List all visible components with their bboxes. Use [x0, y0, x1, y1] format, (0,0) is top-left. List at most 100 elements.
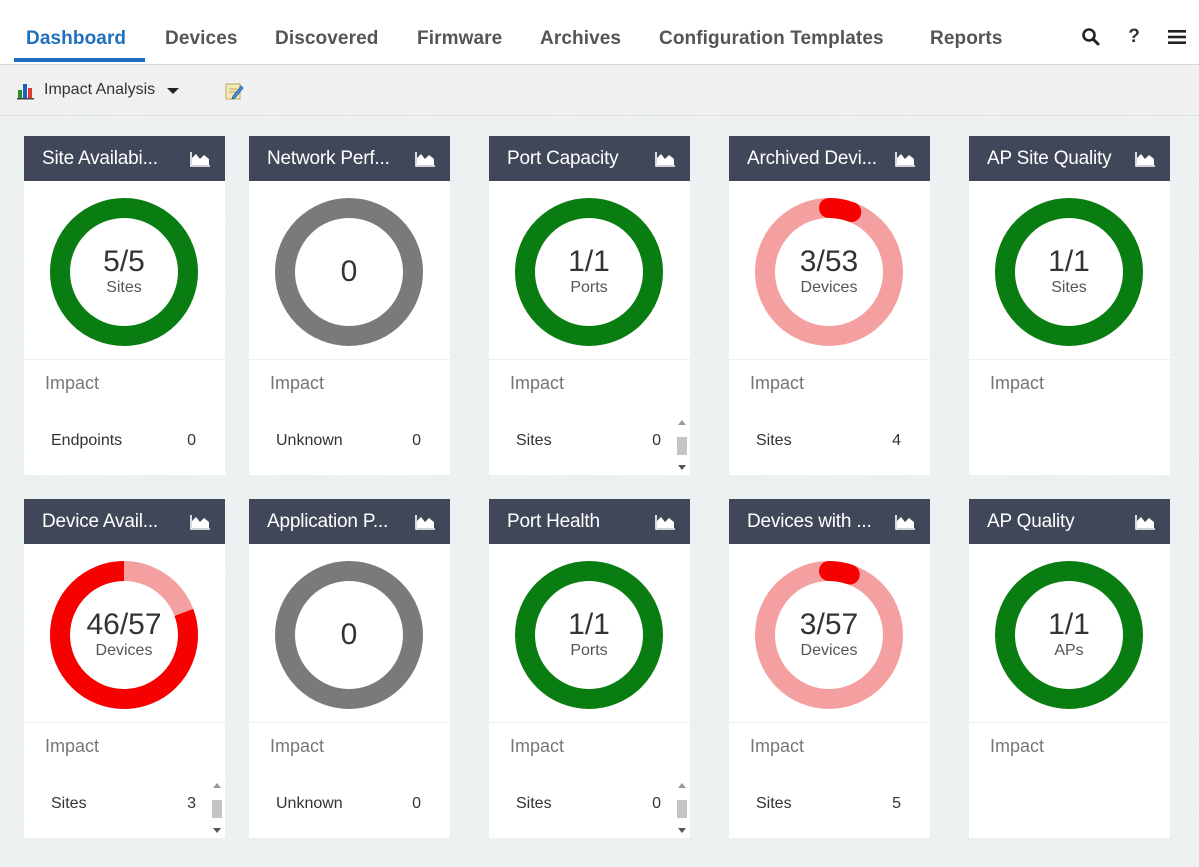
- widget-header: AP Site Quality: [969, 136, 1170, 181]
- donut-value: 46/57: [86, 608, 162, 641]
- tab-archives[interactable]: Archives: [540, 28, 621, 54]
- scrollbar-thumb[interactable]: [212, 800, 222, 818]
- impact-row-label[interactable]: Sites: [516, 795, 552, 813]
- area-chart-icon[interactable]: [189, 151, 211, 167]
- area-chart-icon[interactable]: [894, 514, 916, 530]
- impact-row-label[interactable]: Sites: [756, 795, 792, 813]
- impact-section: Impact Sites 0: [489, 359, 690, 476]
- impact-row-label[interactable]: Endpoints: [51, 432, 122, 450]
- widget-card: Port Capacity 1/1 Ports Impact Sites 0: [489, 136, 690, 475]
- impact-row-value[interactable]: 3: [187, 795, 196, 813]
- impact-row-value[interactable]: 5: [892, 795, 901, 813]
- impact-analysis-dropdown[interactable]: Impact Analysis: [16, 78, 180, 102]
- widget-title: AP Site Quality: [987, 148, 1112, 169]
- donut-area: 5/5 Sites: [24, 181, 225, 359]
- tab-reports[interactable]: Reports: [930, 28, 1003, 54]
- area-chart-icon[interactable]: [1134, 514, 1156, 530]
- impact-section: Impact Sites 5: [729, 722, 930, 839]
- donut-value: 0: [340, 255, 358, 288]
- widget-card: Devices with ... 3/57 Devices Impact Sites 5: [729, 499, 930, 838]
- impact-row-value[interactable]: 0: [412, 432, 421, 450]
- donut-label: 5/5 Sites: [49, 197, 199, 347]
- scroll-down-icon[interactable]: [678, 828, 686, 833]
- donut-label: 1/1 Sites: [994, 197, 1144, 347]
- widget-title: Port Health: [507, 511, 600, 532]
- impact-scrollbar[interactable]: [210, 780, 224, 836]
- widget-header: Network Perf...: [249, 136, 450, 181]
- widget-header: Port Capacity: [489, 136, 690, 181]
- scroll-up-icon[interactable]: [678, 420, 686, 425]
- impact-label: Impact: [990, 373, 1045, 393]
- donut-value: 3/53: [799, 245, 859, 278]
- donut-unit: Devices: [800, 642, 858, 659]
- donut-area: 0: [249, 544, 450, 722]
- donut-value: 5/5: [103, 245, 145, 278]
- donut-area: 1/1 Ports: [489, 181, 690, 359]
- donut-label: 3/53 Devices: [754, 197, 904, 347]
- tab-firmware[interactable]: Firmware: [417, 28, 502, 54]
- widget-card: Device Avail... 46/57 Devices Impact Sites 3: [24, 499, 225, 838]
- impact-row-label[interactable]: Sites: [756, 432, 792, 450]
- widget-header: Archived Devi...: [729, 136, 930, 181]
- impact-scrollbar[interactable]: [675, 780, 689, 836]
- impact-row-label[interactable]: Sites: [516, 432, 552, 450]
- impact-section: Impact Unknown 0: [249, 722, 450, 839]
- impact-row-value[interactable]: 0: [652, 795, 661, 813]
- edit-icon[interactable]: [224, 81, 244, 101]
- donut-label: 3/57 Devices: [754, 560, 904, 710]
- impact-scrollbar[interactable]: [675, 417, 689, 473]
- impact-row-label[interactable]: Unknown: [276, 432, 343, 450]
- impact-row-label[interactable]: Sites: [51, 795, 87, 813]
- scroll-up-icon[interactable]: [213, 783, 221, 788]
- scroll-down-icon[interactable]: [678, 465, 686, 470]
- widget-card: Site Availabi... 5/5 Sites Impact Endpoints 0: [24, 136, 225, 475]
- donut-value: 0: [340, 618, 358, 651]
- scroll-up-icon[interactable]: [678, 783, 686, 788]
- impact-section: Impact: [969, 359, 1170, 476]
- impact-row-value[interactable]: 0: [187, 432, 196, 450]
- tab-devices[interactable]: Devices: [165, 28, 238, 54]
- impact-row-value[interactable]: 0: [652, 432, 661, 450]
- donut-value: 1/1: [1048, 245, 1090, 278]
- impact-section: Impact Unknown 0: [249, 359, 450, 476]
- donut-label: 1/1 Ports: [514, 560, 664, 710]
- impact-row-value[interactable]: 4: [892, 432, 901, 450]
- tab-configuration-templates[interactable]: Configuration Templates: [659, 28, 884, 54]
- area-chart-icon[interactable]: [1134, 151, 1156, 167]
- donut-area: 1/1 Sites: [969, 181, 1170, 359]
- area-chart-icon[interactable]: [894, 151, 916, 167]
- donut-label: 0: [274, 197, 424, 347]
- top-navigation: Dashboard Devices Discovered Firmware Ar…: [0, 0, 1199, 65]
- impact-row-value[interactable]: 0: [412, 795, 421, 813]
- impact-label: Impact: [750, 373, 805, 393]
- donut-unit: Sites: [1051, 279, 1087, 296]
- impact-label: Impact: [45, 736, 100, 756]
- widget-title: Network Perf...: [267, 148, 390, 169]
- impact-row-label[interactable]: Unknown: [276, 795, 343, 813]
- scrollbar-thumb[interactable]: [677, 800, 687, 818]
- donut-area: 3/57 Devices: [729, 544, 930, 722]
- donut-unit: Sites: [106, 279, 142, 296]
- scrollbar-thumb[interactable]: [677, 437, 687, 455]
- area-chart-icon[interactable]: [414, 151, 436, 167]
- scroll-down-icon[interactable]: [213, 828, 221, 833]
- widget-card: Archived Devi... 3/53 Devices Impact Sites 4: [729, 136, 930, 475]
- area-chart-icon[interactable]: [189, 514, 211, 530]
- dashboard-widgets: Site Availabi... 5/5 Sites Impact Endpoints 0…: [0, 116, 1199, 867]
- help-icon[interactable]: ?: [1122, 25, 1146, 49]
- active-tab-indicator: [14, 58, 145, 62]
- impact-label: Impact: [990, 736, 1045, 756]
- donut-unit: Devices: [800, 279, 858, 296]
- donut-value: 1/1: [1048, 608, 1090, 641]
- donut-value: 3/57: [799, 608, 859, 641]
- menu-icon[interactable]: [1165, 25, 1189, 49]
- area-chart-icon[interactable]: [414, 514, 436, 530]
- search-icon[interactable]: [1079, 25, 1103, 49]
- tab-dashboard[interactable]: Dashboard: [26, 28, 126, 54]
- area-chart-icon[interactable]: [654, 514, 676, 530]
- tab-discovered[interactable]: Discovered: [275, 28, 378, 54]
- widget-header: Site Availabi...: [24, 136, 225, 181]
- area-chart-icon[interactable]: [654, 151, 676, 167]
- donut-unit: Devices: [95, 642, 153, 659]
- widget-card: AP Quality 1/1 APs Impact: [969, 499, 1170, 838]
